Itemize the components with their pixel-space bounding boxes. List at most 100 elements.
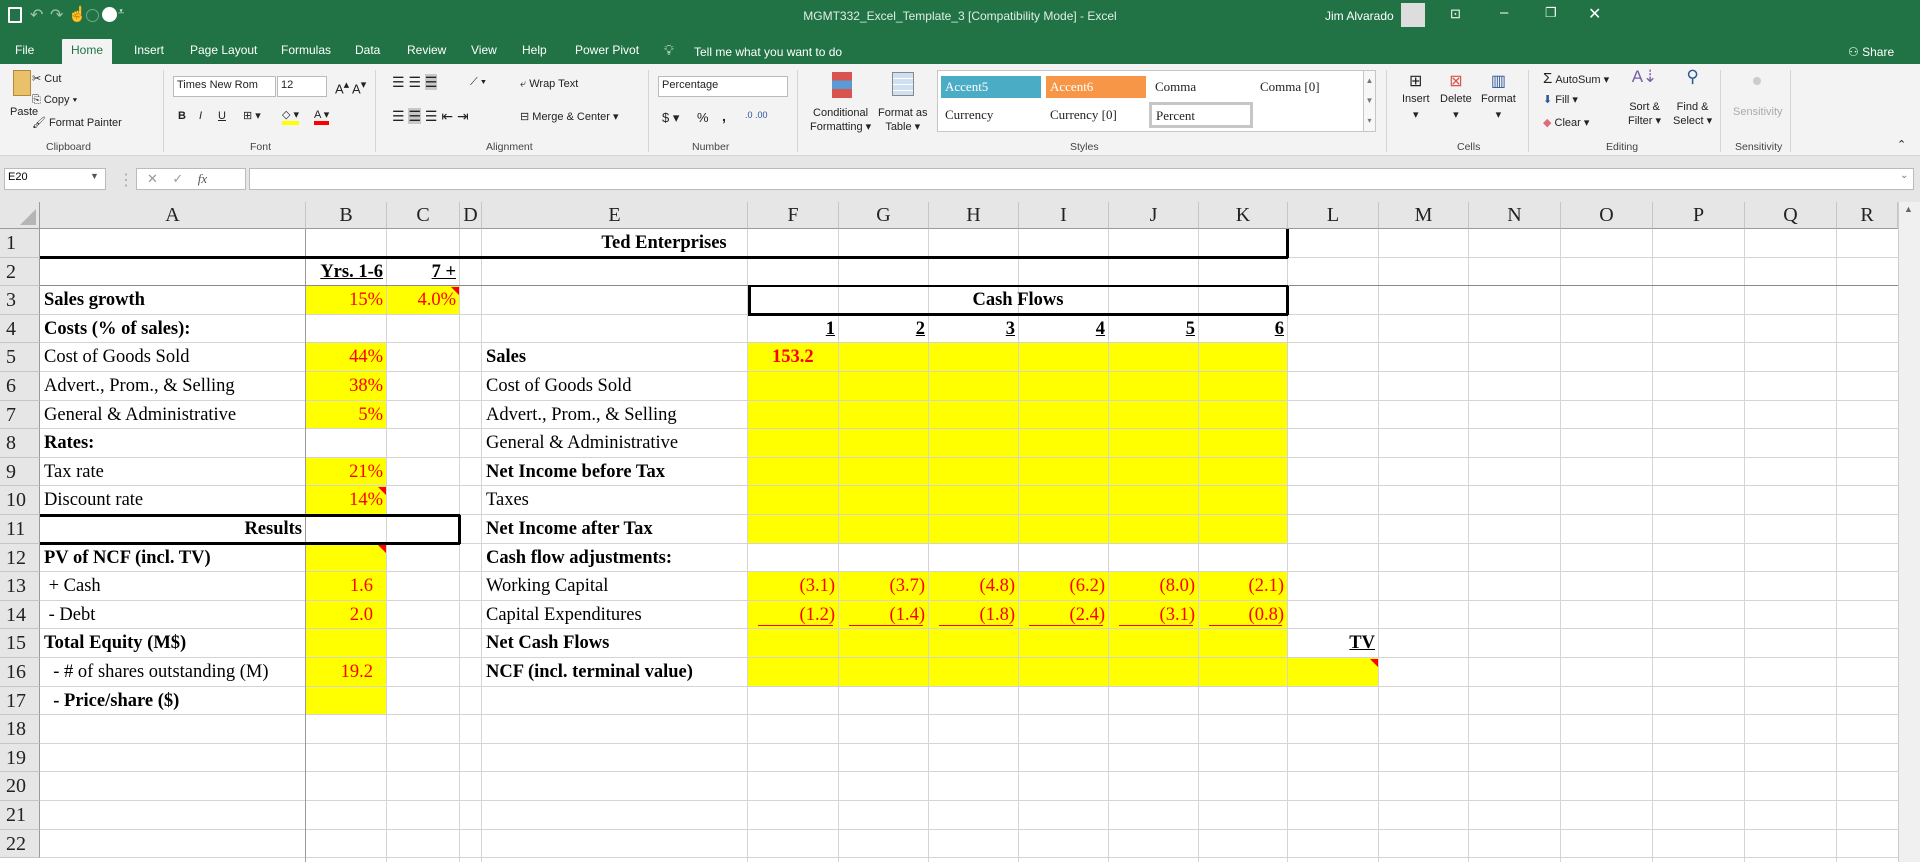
cell-a7[interactable]: General & Administrative — [40, 401, 306, 430]
format-cells-button[interactable]: ▥ Format ▾ — [1481, 74, 1516, 123]
increase-font-icon[interactable]: A▴ A▾ — [335, 78, 366, 96]
cell-f4[interactable]: 1 — [748, 315, 839, 344]
cell-a3[interactable]: Sales growth — [40, 286, 306, 315]
row-header-18[interactable]: 18 — [0, 715, 40, 744]
comment-indicator-icon[interactable] — [378, 487, 386, 496]
cell-b13[interactable]: 1.6 — [306, 572, 387, 601]
row-header-11[interactable]: 11 — [0, 515, 40, 544]
row-header-21[interactable]: 21 — [0, 801, 40, 830]
cell-e7[interactable]: Advert., Prom., & Selling — [482, 401, 748, 430]
column-header-i[interactable]: I — [1019, 202, 1109, 229]
percent-button[interactable]: % — [697, 110, 709, 125]
gallery-scroll[interactable]: ▲ ▼ ▾ — [1363, 70, 1376, 132]
row-header-20[interactable]: 20 — [0, 772, 40, 801]
column-header-b[interactable]: B — [306, 202, 387, 229]
conditional-formatting-icon[interactable] — [832, 72, 852, 98]
style-comma[interactable]: Comma — [1151, 76, 1251, 98]
cell-a9[interactable]: Tax rate — [40, 458, 306, 487]
cell-a10[interactable]: Discount rate — [40, 486, 306, 515]
vertical-scrollbar[interactable]: ▲ — [1898, 202, 1920, 862]
tab-insert[interactable]: Insert — [125, 39, 173, 64]
cell-g4[interactable]: 2 — [839, 315, 929, 344]
cut-button[interactable]: ✂ Cut — [32, 72, 61, 85]
column-header-q[interactable]: Q — [1745, 202, 1837, 229]
ribbon-display-icon[interactable]: ⊡ — [1450, 6, 1461, 22]
column-header-g[interactable]: G — [839, 202, 929, 229]
select-all-corner[interactable] — [0, 202, 40, 229]
column-header-f[interactable]: F — [748, 202, 839, 229]
cell-j13[interactable]: (8.0) — [1109, 572, 1199, 601]
sort-filter-button[interactable]: A⇣ Sort & Filter ▾ — [1628, 68, 1661, 128]
row-header-13[interactable]: 13 — [0, 572, 40, 601]
cell-a15[interactable]: Total Equity (M$) — [40, 629, 306, 658]
tab-formulas[interactable]: Formulas — [272, 39, 340, 64]
underline-button[interactable]: U — [218, 110, 226, 122]
expand-formula-icon[interactable]: ⌄ — [1900, 170, 1908, 181]
row-header-16[interactable]: 16 — [0, 658, 40, 687]
user-name[interactable]: Jim Alvarado — [1325, 9, 1394, 23]
enter-icon[interactable]: ✓ — [172, 171, 183, 186]
cell-b2[interactable]: Yrs. 1-6 — [306, 258, 387, 287]
font-color-icon[interactable]: A ▾ — [314, 108, 330, 125]
cell-e8[interactable]: General & Administrative — [482, 429, 748, 458]
row-header-9[interactable]: 9 — [0, 457, 40, 487]
merge-center-button[interactable]: ⊟ Merge & Center ▾ — [520, 110, 619, 123]
style-currency[interactable]: Currency — [941, 104, 1041, 126]
cell-h13[interactable]: (4.8) — [929, 572, 1019, 601]
align-top-icon[interactable]: ☰ ☰ ☰ — [392, 74, 438, 91]
row-header-6[interactable]: 6 — [0, 372, 40, 401]
column-header-j[interactable]: J — [1109, 202, 1199, 229]
autosum-button[interactable]: Σ AutoSum ▾ — [1543, 70, 1609, 87]
format-as-table-button[interactable]: Format as Table ▾ — [878, 106, 928, 134]
column-header-o[interactable]: O — [1561, 202, 1653, 229]
bold-button[interactable]: B — [178, 110, 186, 122]
cell-b5[interactable]: 44% — [306, 343, 387, 372]
cell-f13[interactable]: (3.1) — [748, 572, 839, 601]
style-currency-0[interactable]: Currency [0] — [1046, 104, 1146, 126]
column-header-e[interactable]: E — [482, 202, 748, 229]
cell-b9[interactable]: 21% — [306, 458, 387, 487]
cell-e16[interactable]: NCF (incl. terminal value) — [482, 658, 748, 687]
collapse-ribbon-icon[interactable]: ⌃ — [1897, 138, 1906, 151]
cell-e15[interactable]: Net Cash Flows — [482, 629, 748, 658]
find-select-button[interactable]: ⚲ Find & Select ▾ — [1673, 68, 1712, 128]
cell-a13[interactable]: + Cash — [40, 572, 306, 601]
formula-input[interactable] — [249, 168, 1914, 190]
cell-e10[interactable]: Taxes — [482, 486, 748, 515]
cell-a5[interactable]: Cost of Goods Sold — [40, 343, 306, 372]
style-accent5[interactable]: Accent5 — [941, 76, 1041, 98]
cell-a16[interactable]: - # of shares outstanding (M) — [40, 658, 306, 687]
cell-e14[interactable]: Capital Expenditures — [482, 601, 748, 630]
tab-home[interactable]: Home — [62, 39, 113, 64]
cell-f3[interactable]: Cash Flows — [748, 286, 1288, 315]
copy-button[interactable]: ⎘ Copy ▾ — [32, 94, 77, 107]
cancel-icon[interactable]: ✕ — [147, 171, 158, 186]
row-header-1[interactable]: 1 — [0, 229, 40, 258]
cell-a8[interactable]: Rates: — [40, 429, 306, 458]
restore-button[interactable]: ❐ — [1545, 5, 1557, 21]
paste-icon[interactable] — [13, 70, 31, 96]
close-button[interactable]: ✕ — [1588, 4, 1601, 24]
format-painter-button[interactable]: 🖌︎ Format Painter — [32, 116, 122, 129]
align-left-icon[interactable]: ☰ ☰ ☰ ⇤ ⇥ — [392, 108, 469, 125]
tab-power-pivot[interactable]: Power Pivot — [566, 39, 648, 64]
spreadsheet-grid[interactable]: A B C D E F G H I J K L M N O P Q R 1 2 3 4 5 6 7 8 9 10 11 12 13 14 15 1… — [0, 202, 1898, 862]
cell-b16[interactable]: 19.2 — [306, 658, 387, 687]
column-header-p[interactable]: P — [1653, 202, 1745, 229]
cell-b6[interactable]: 38% — [306, 372, 387, 401]
font-size-select[interactable]: 12 — [277, 76, 327, 97]
row-header-12[interactable]: 12 — [0, 543, 40, 573]
tab-help[interactable]: Help — [513, 39, 556, 64]
column-header-a[interactable]: A — [40, 202, 306, 229]
cell-a17[interactable]: - Price/share ($) — [40, 687, 306, 716]
style-comma-0[interactable]: Comma [0] — [1256, 76, 1356, 98]
tab-file[interactable]: File — [6, 39, 43, 64]
column-header-n[interactable]: N — [1469, 202, 1561, 229]
tab-page-layout[interactable]: Page Layout — [181, 39, 266, 64]
cell-l15[interactable]: TV — [1288, 629, 1379, 658]
cell-k13[interactable]: (2.1) — [1199, 572, 1288, 601]
wrap-text-button[interactable]: ⤶ Wrap Text — [520, 78, 578, 91]
fx-icon[interactable]: fx — [198, 171, 207, 186]
italic-button[interactable]: I — [199, 110, 202, 122]
row-header-14[interactable]: 14 — [0, 600, 40, 630]
